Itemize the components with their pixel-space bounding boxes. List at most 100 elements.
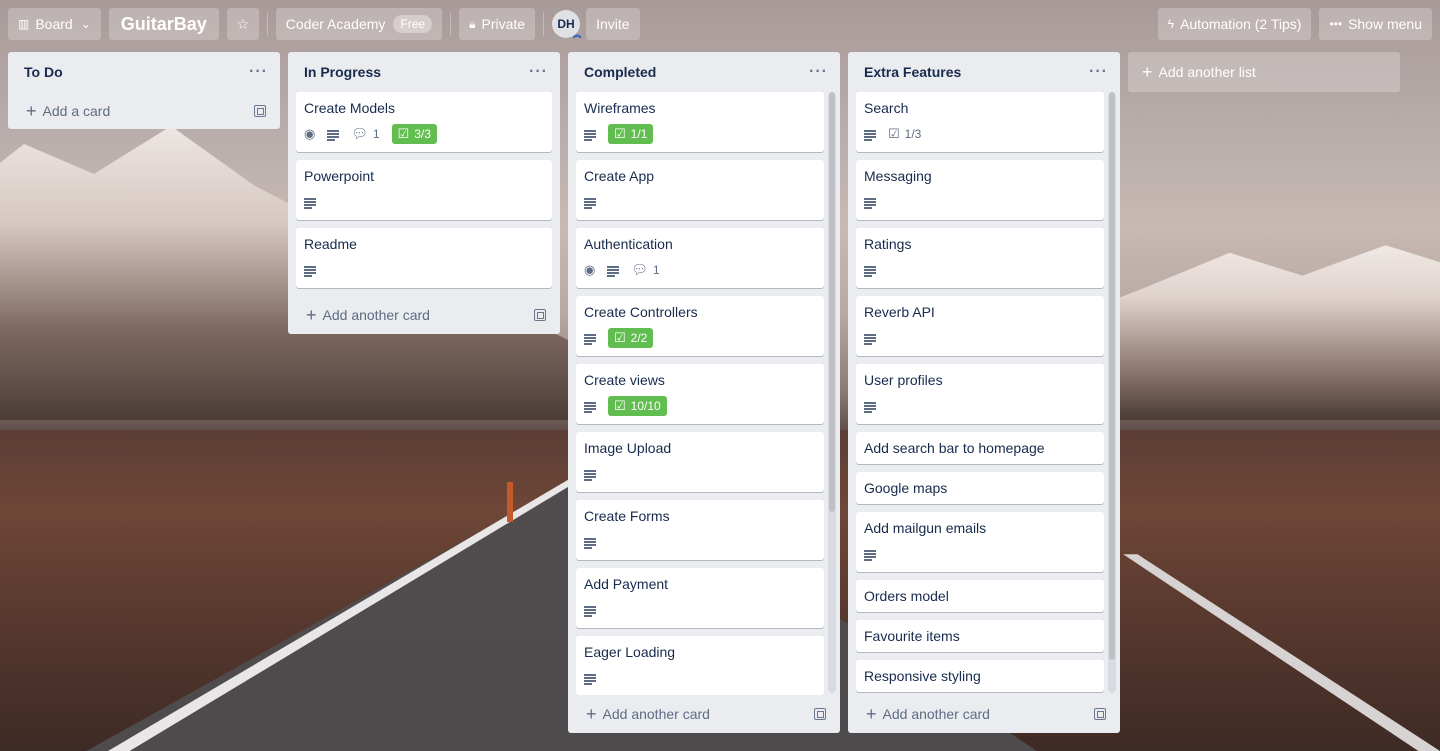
description-icon (584, 333, 596, 345)
description-icon (864, 197, 876, 209)
card[interactable]: User profiles (856, 364, 1104, 424)
description-badge (584, 129, 596, 141)
list-to-do: To Do ··· + Add a card (8, 52, 280, 129)
header-divider (266, 12, 268, 36)
card[interactable]: Authentication ◉ 💬︎ 1 (576, 228, 824, 288)
add-card-button[interactable]: + Add a card (8, 92, 280, 130)
card[interactable]: Create Forms (576, 500, 824, 560)
plus-icon: + (586, 703, 597, 724)
description-icon (584, 469, 596, 481)
description-badge (584, 605, 596, 617)
card[interactable]: Create Models ◉ 💬︎ 1 ☑ 3/3 (296, 92, 552, 152)
card-badges: ☑ 2/2 (584, 326, 816, 350)
description-badge (864, 333, 876, 345)
add-card-button[interactable]: + Add another card (848, 695, 1120, 733)
scrollbar-thumb[interactable] (829, 92, 835, 512)
lightning-icon: ϟ (1167, 17, 1175, 31)
card-badges (584, 190, 816, 214)
add-list-button[interactable]: + Add another list (1128, 52, 1400, 92)
card[interactable]: Favourite items (856, 620, 1104, 652)
card-list: Create Models ◉ 💬︎ 1 ☑ 3/3 Powerpoint Read… (288, 92, 560, 296)
card-badges: ◉ 💬︎ 1 ☑ 3/3 (304, 122, 544, 146)
add-card-button[interactable]: + Add another card (288, 296, 560, 334)
card[interactable]: Add Payment (576, 568, 824, 628)
description-badge (584, 537, 596, 549)
star-icon: ☆ (236, 15, 250, 32)
card[interactable]: Eager Loading (576, 636, 824, 695)
list-completed: Completed ··· Wireframes ☑ 1/1 Create App… (568, 52, 840, 733)
list-title[interactable]: Extra Features (864, 64, 961, 80)
card[interactable]: Readme (296, 228, 552, 288)
card[interactable]: Powerpoint (296, 160, 552, 220)
description-icon (584, 605, 596, 617)
template-icon[interactable] (1094, 708, 1106, 720)
plus-icon: + (1142, 61, 1153, 82)
scrollbar-thumb[interactable] (1109, 92, 1115, 660)
card-badges: ☑ 1/3 (864, 122, 1096, 146)
description-icon (584, 401, 596, 413)
avatar[interactable]: DH ︽ (552, 10, 582, 39)
list-menu-icon[interactable]: ··· (809, 63, 828, 81)
description-icon (327, 129, 340, 141)
card[interactable]: Search ☑ 1/3 (856, 92, 1104, 152)
card[interactable]: Ratings (856, 228, 1104, 288)
card[interactable]: Wireframes ☑ 1/1 (576, 92, 824, 152)
workspace-button[interactable]: Coder Academy Free (275, 8, 443, 40)
board-view-button[interactable]: ▥ Board ⌄ (8, 8, 101, 40)
card-badges (864, 326, 1096, 350)
list-menu-icon[interactable]: ··· (1089, 63, 1108, 81)
card[interactable]: Create Controllers ☑ 2/2 (576, 296, 824, 356)
description-icon (584, 197, 596, 209)
description-badge (304, 265, 316, 277)
checkbox-icon: ☑ (614, 330, 626, 345)
card[interactable]: Responsive styling (856, 660, 1104, 692)
card-badges (864, 258, 1096, 282)
scrollbar[interactable] (828, 92, 836, 693)
card[interactable]: Image Upload (576, 432, 824, 492)
card[interactable]: Create views ☑ 10/10 (576, 364, 824, 424)
star-button[interactable]: ☆ (226, 8, 259, 40)
card[interactable]: Create App (576, 160, 824, 220)
add-card-button[interactable]: + Add another card (568, 695, 840, 733)
description-badge (327, 129, 340, 141)
card[interactable]: Add mailgun emails (856, 512, 1104, 572)
card-badges: ☑ 1/1 (584, 122, 816, 146)
card[interactable]: Google maps (856, 472, 1104, 504)
list-header: To Do ··· (8, 52, 280, 92)
list-menu-icon[interactable]: ··· (529, 63, 548, 81)
plus-icon: + (306, 304, 317, 325)
scrollbar[interactable] (1108, 92, 1116, 693)
list-header: Completed ··· (568, 52, 840, 92)
checkbox-icon: ☑ (614, 126, 626, 141)
automation-button[interactable]: ϟ Automation (2 Tips) (1157, 8, 1312, 40)
template-icon[interactable] (254, 105, 266, 117)
description-icon (584, 129, 596, 141)
card[interactable]: Orders model (856, 580, 1104, 612)
description-badge (864, 401, 876, 413)
card[interactable]: Reverb API (856, 296, 1104, 356)
card[interactable]: Add search bar to homepage (856, 432, 1104, 464)
card-badges (864, 542, 1096, 566)
board-title[interactable]: GuitarBay (108, 8, 219, 40)
list-menu-icon[interactable]: ··· (249, 63, 268, 81)
card-list: Search ☑ 1/3 Messaging Ratings Reverb AP… (848, 92, 1120, 695)
invite-button[interactable]: Invite (586, 8, 640, 40)
visibility-button[interactable]: 🔒︎ Private (459, 8, 536, 40)
checklist-badge: ☑ 1/1 (608, 124, 654, 144)
header-divider (543, 12, 545, 36)
list-title[interactable]: Completed (584, 64, 656, 80)
list-title[interactable]: In Progress (304, 64, 381, 80)
card[interactable]: Messaging (856, 160, 1104, 220)
description-badge (584, 197, 596, 209)
checklist-badge: ☑ 1/3 (888, 126, 922, 141)
card-list: Wireframes ☑ 1/1 Create App Authenticatio… (568, 92, 840, 695)
description-icon (607, 265, 620, 277)
admin-chevron-icon: ︽ (573, 30, 582, 39)
show-menu-button[interactable]: ••• Show menu (1319, 8, 1432, 40)
description-badge (607, 265, 620, 277)
list-title[interactable]: To Do (24, 64, 63, 80)
watch-badge: ◉ (304, 126, 315, 142)
template-icon[interactable] (814, 708, 826, 720)
card-badges (864, 394, 1096, 418)
template-icon[interactable] (534, 309, 546, 321)
